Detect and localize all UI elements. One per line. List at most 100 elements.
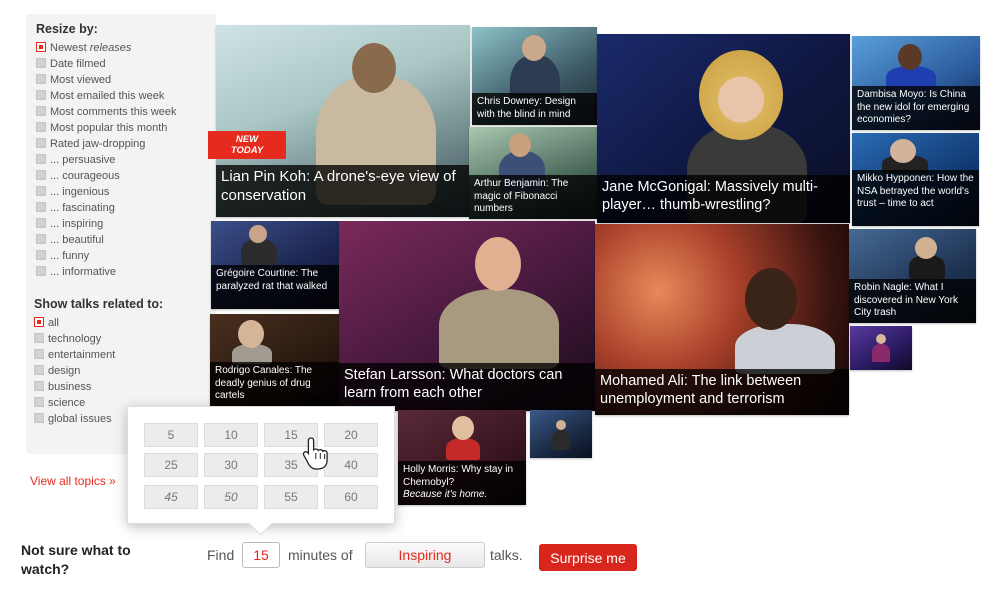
radio-icon [36, 90, 46, 100]
talk-title: Chris Downey: Design with the blind in m… [472, 93, 597, 125]
resize-option-most-comments[interactable]: Most comments this week [36, 105, 177, 120]
speaker-head [915, 237, 937, 259]
time-option-10[interactable]: 10 [204, 423, 258, 447]
resize-option-jaw-dropping[interactable]: Rated jaw-dropping [36, 137, 145, 152]
resize-option-most-popular[interactable]: Most popular this month [36, 121, 167, 136]
radio-icon [36, 250, 46, 260]
talk-tile-dambisa-moyo[interactable]: Dambisa Moyo: Is China the new idol for … [852, 36, 980, 130]
time-option-40[interactable]: 40 [324, 453, 378, 477]
talk-title: Stefan Larsson: What doctors can learn f… [339, 363, 595, 411]
talk-title: Arthur Benjamin: The magic of Fibonacci … [469, 175, 597, 219]
radio-icon [36, 186, 46, 196]
talk-title: Lian Pin Koh: A drone's-eye view of cons… [216, 165, 470, 217]
radio-icon [36, 122, 46, 132]
resize-option-date-filmed[interactable]: Date filmed [36, 57, 106, 72]
radio-icon [36, 170, 46, 180]
time-option-50[interactable]: 50 [204, 485, 258, 509]
speaker-thumbnail [735, 324, 835, 374]
resize-option-ingenious[interactable]: ... ingenious [36, 185, 109, 200]
topic-option-all[interactable]: all [34, 316, 59, 331]
talk-tile-jane-mcgonigal[interactable]: Jane McGonigal: Massively multi-player… … [597, 34, 850, 223]
speaker-head [509, 133, 531, 157]
topic-option-design[interactable]: design [34, 364, 80, 379]
speaker-head [522, 35, 546, 61]
new-today-badge: NEW TODAY [208, 131, 286, 159]
resize-option-courageous[interactable]: ... courageous [36, 169, 120, 184]
topic-option-entertainment[interactable]: entertainment [34, 348, 115, 363]
speaker-thumbnail [439, 289, 559, 369]
radio-icon [34, 317, 44, 327]
talk-title: Rodrigo Canales: The deadly genius of dr… [210, 362, 339, 406]
radio-icon [36, 42, 46, 52]
topic-option-business[interactable]: business [34, 380, 91, 395]
radio-icon [36, 74, 46, 84]
radio-icon [34, 365, 44, 375]
speaker-thumbnail [446, 438, 480, 460]
talk-tile-stefan-larsson[interactable]: Stefan Larsson: What doctors can learn f… [339, 221, 595, 411]
talk-title: Holly Morris: Why stay in Chernobyl? [403, 464, 514, 488]
talk-tile-mohamed-ali[interactable]: Mohamed Ali: The link between unemployme… [595, 224, 849, 415]
resize-option-fascinating[interactable]: ... fascinating [36, 201, 115, 216]
not-sure-heading: Not sure what to watch? [21, 542, 131, 577]
hand-cursor-icon [302, 437, 328, 470]
talk-tile-robin-nagle[interactable]: Robin Nagle: What I discovered in New Yo… [849, 229, 976, 323]
resize-option-most-emailed[interactable]: Most emailed this week [36, 89, 164, 104]
talk-title: Mohamed Ali: The link between unemployme… [595, 369, 849, 415]
talk-tile-gregoire-courtine[interactable]: Grégoire Courtine: The paralyzed rat tha… [211, 221, 339, 309]
radio-icon [36, 138, 46, 148]
speaker-head [699, 50, 783, 140]
time-option-45[interactable]: 45 [144, 485, 198, 509]
topic-option-science[interactable]: science [34, 396, 85, 411]
resize-option-newest[interactable]: Newest releases [36, 41, 131, 56]
resize-option-beautiful[interactable]: ... beautiful [36, 233, 104, 248]
resize-option-funny[interactable]: ... funny [36, 249, 89, 264]
time-option-30[interactable]: 30 [204, 453, 258, 477]
speaker-head [249, 225, 267, 243]
minutes-input[interactable] [242, 542, 280, 568]
talk-tile-arthur-benjamin[interactable]: Arthur Benjamin: The magic of Fibonacci … [469, 127, 597, 219]
talk-tile-chris-downey[interactable]: Chris Downey: Design with the blind in m… [472, 27, 597, 125]
resize-option-persuasive[interactable]: ... persuasive [36, 153, 115, 168]
speaker-head [898, 44, 922, 70]
topic-option-global-issues[interactable]: global issues [34, 412, 112, 427]
resize-by-heading: Resize by: [36, 22, 98, 36]
surprise-me-button[interactable]: Surprise me [539, 544, 637, 571]
radio-icon [34, 381, 44, 391]
radio-icon [36, 234, 46, 244]
radio-icon [36, 218, 46, 228]
speaker-head [452, 416, 474, 440]
talk-tile-lian-pin-koh[interactable]: Lian Pin Koh: A drone's-eye view of cons… [216, 25, 470, 217]
talks-label: talks. [490, 547, 523, 563]
radio-icon [34, 349, 44, 359]
view-all-topics-link[interactable]: View all topics » [30, 474, 116, 488]
speaker-head [876, 334, 886, 344]
talk-title-block: Holly Morris: Why stay in Chernobyl? Bec… [398, 461, 526, 505]
time-picker-popover: 5 10 15 20 25 30 35 40 45 50 55 60 [127, 406, 395, 524]
resize-option-most-viewed[interactable]: Most viewed [36, 73, 111, 88]
speaker-head [745, 268, 797, 330]
talk-tile-small-2[interactable] [850, 326, 912, 370]
radio-icon [34, 397, 44, 407]
topic-option-technology[interactable]: technology [34, 332, 101, 347]
time-option-55[interactable]: 55 [264, 485, 318, 509]
time-option-60[interactable]: 60 [324, 485, 378, 509]
speaker-head [556, 420, 566, 430]
speaker-head [475, 237, 521, 291]
talk-title: Grégoire Courtine: The paralyzed rat tha… [211, 265, 339, 309]
time-option-20[interactable]: 20 [324, 423, 378, 447]
time-option-25[interactable]: 25 [144, 453, 198, 477]
radio-icon [36, 58, 46, 68]
talk-tile-rodrigo-canales[interactable]: Rodrigo Canales: The deadly genius of dr… [210, 314, 339, 406]
talk-tile-small-1[interactable] [530, 410, 592, 458]
find-label: Find [207, 547, 235, 563]
time-option-5[interactable]: 5 [144, 423, 198, 447]
resize-option-informative[interactable]: ... informative [36, 265, 116, 280]
speaker-thumbnail [552, 430, 570, 450]
resize-option-inspiring[interactable]: ... inspiring [36, 217, 103, 232]
talk-tile-mikko-hypponen[interactable]: Mikko Hypponen: How the NSA betrayed the… [852, 133, 979, 226]
talk-tile-holly-morris[interactable]: Holly Morris: Why stay in Chernobyl? Bec… [398, 410, 526, 505]
mood-select[interactable] [365, 542, 485, 568]
speaker-head [238, 320, 264, 348]
minutes-of-label: minutes of [288, 547, 353, 563]
sidebar: Resize by: Newest releases Date filmed M… [26, 14, 216, 454]
